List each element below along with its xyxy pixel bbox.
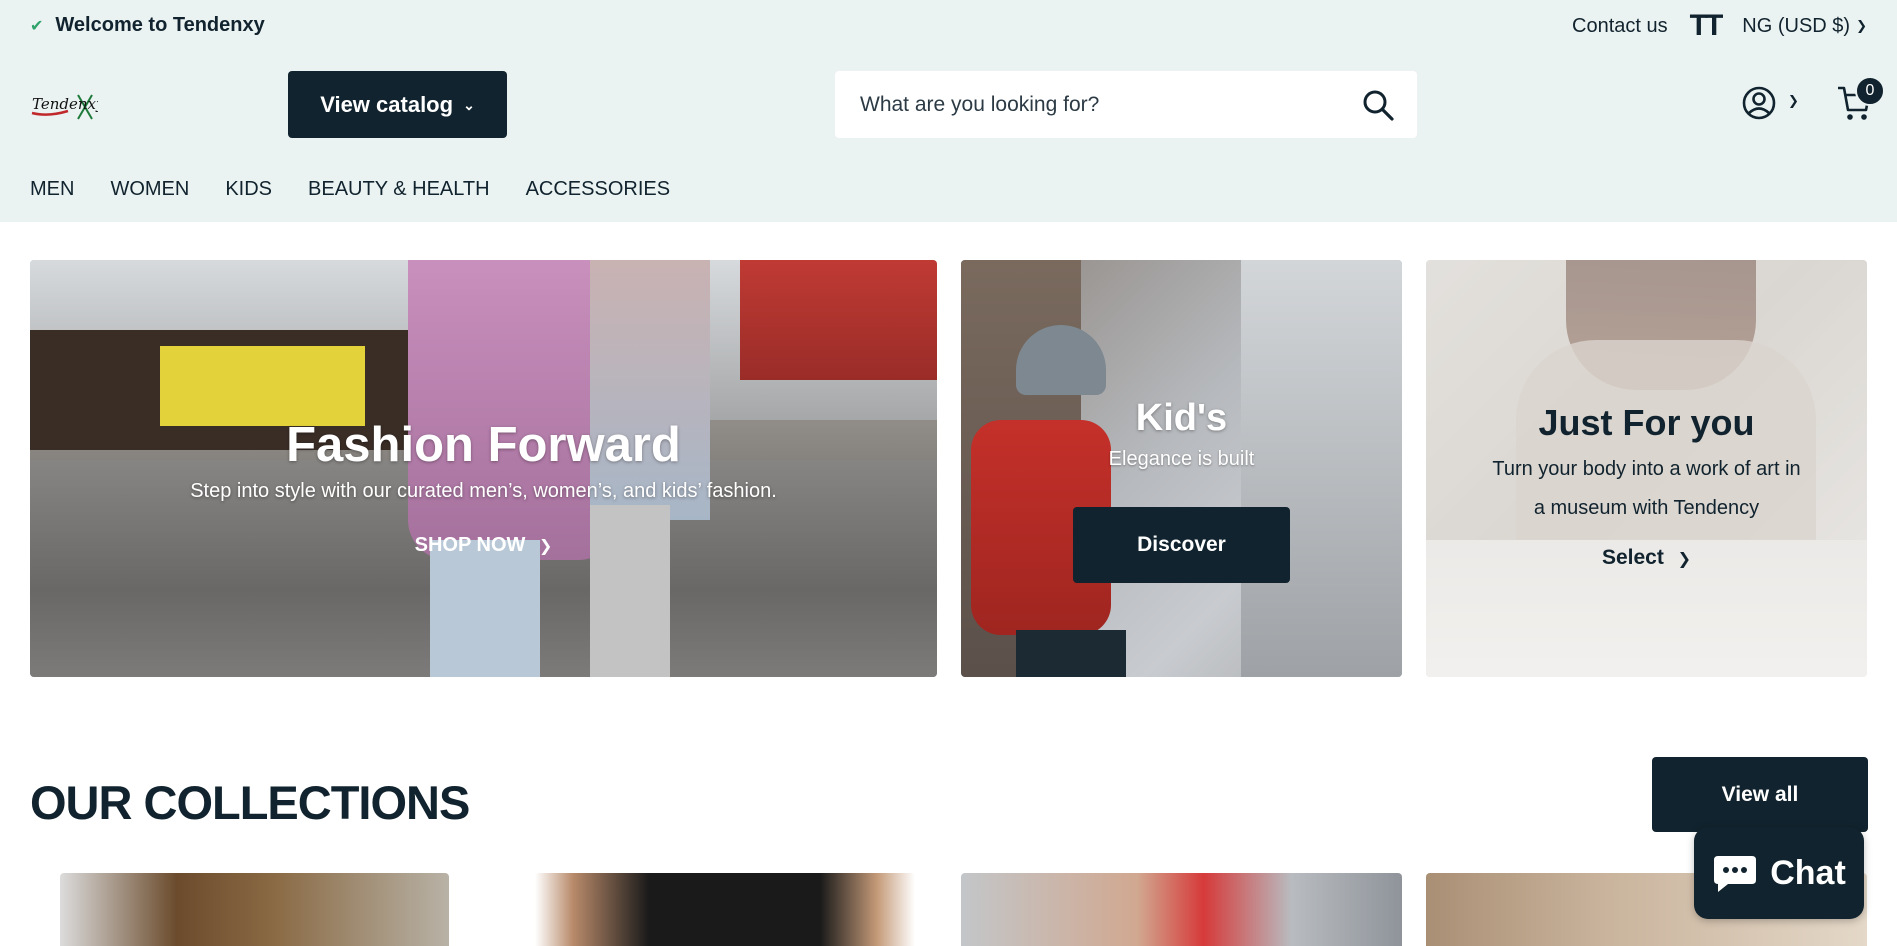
- chevron-down-icon: ⌄: [463, 97, 475, 113]
- pink-coat-figure: [408, 260, 618, 560]
- chevron-right-icon: ❯: [538, 538, 553, 555]
- shop-now-label: SHOP NOW: [414, 534, 526, 556]
- user-icon: [1742, 86, 1776, 120]
- collection-tile-women[interactable]: [535, 873, 915, 946]
- contact-link[interactable]: Contact us: [1572, 15, 1668, 38]
- hero-subtitle: Step into style with our curated men’s, …: [190, 480, 777, 502]
- silver-boots-figure: [590, 505, 670, 677]
- collection-tile-kids[interactable]: [961, 873, 1402, 946]
- chat-bubble-icon: [1714, 856, 1757, 892]
- just-for-you-title: Just For you: [1538, 402, 1755, 443]
- chevron-right-icon: ❯: [1677, 551, 1692, 568]
- hero-just-for-you[interactable]: Just For you Turn your body into a work …: [1426, 260, 1867, 677]
- account-menu[interactable]: ❯: [1742, 86, 1799, 120]
- yellow-panel-image: [160, 346, 365, 426]
- chevron-down-icon: ❯: [1788, 93, 1799, 108]
- welcome-text: Welcome to Tendenxy: [55, 14, 265, 36]
- text-size-icon[interactable]: TT: [1690, 11, 1724, 41]
- site-header: ✔ Welcome to Tendenxy Contact us TT NG (…: [0, 0, 1897, 222]
- view-catalog-label: View catalog: [320, 91, 454, 117]
- just-for-you-subtitle: Turn your body into a work of art in a m…: [1492, 458, 1801, 519]
- chat-label: Chat: [1770, 853, 1846, 892]
- collection-tile-men[interactable]: [60, 873, 449, 946]
- kids-subtitle: Elegance is built: [1108, 448, 1255, 470]
- hero-fashion-forward[interactable]: Fashion Forward Step into style with our…: [30, 260, 937, 677]
- nav-item-accessories[interactable]: ACCESSORIES: [526, 178, 670, 201]
- shop-now-link[interactable]: SHOP NOW ❯: [30, 534, 937, 557]
- view-catalog-button[interactable]: View catalog ⌄: [288, 71, 507, 138]
- check-icon: ✔: [30, 17, 44, 35]
- select-link[interactable]: Select ❯: [1426, 546, 1867, 570]
- child-pants-image: [1016, 630, 1126, 677]
- welcome-message: ✔ Welcome to Tendenxy: [30, 14, 265, 37]
- currency-selector[interactable]: NG (USD $) ❯: [1742, 15, 1867, 38]
- logo-icon: Tendenxy: [31, 94, 98, 120]
- light-blue-pants-figure: [430, 540, 540, 677]
- chat-button[interactable]: Chat: [1694, 827, 1864, 919]
- site-logo[interactable]: Tendenxy: [28, 86, 98, 124]
- ferry-image: [740, 260, 937, 380]
- nav-item-beauty-health[interactable]: BEAUTY & HEALTH: [308, 178, 490, 201]
- hero-kids[interactable]: Kid's Elegance is built Discover: [961, 260, 1402, 677]
- select-label: Select: [1601, 546, 1664, 569]
- search-icon[interactable]: [1361, 88, 1395, 122]
- collections-title: OUR COLLECTIONS: [30, 776, 470, 829]
- discover-button[interactable]: Discover: [1073, 507, 1290, 583]
- search-bar: [835, 71, 1417, 138]
- nav-item-men[interactable]: MEN: [30, 178, 74, 201]
- main-nav: MEN WOMEN KIDS BEAUTY & HEALTH ACCESSORI…: [30, 178, 670, 201]
- kids-title: Kid's: [1135, 397, 1228, 439]
- chevron-down-icon: ❯: [1856, 17, 1867, 33]
- hero-title: Fashion Forward: [286, 418, 681, 472]
- view-all-button[interactable]: View all: [1652, 757, 1868, 832]
- logo-text: Tendenxy: [32, 95, 98, 113]
- nav-item-kids[interactable]: KIDS: [225, 178, 272, 201]
- search-input[interactable]: [860, 92, 1361, 117]
- currency-label: NG (USD $): [1742, 14, 1851, 37]
- nav-item-women[interactable]: WOMEN: [110, 178, 189, 201]
- cart-count-badge: 0: [1855, 76, 1885, 106]
- topbar-utilities: Contact us TT NG (USD $) ❯: [1572, 11, 1867, 41]
